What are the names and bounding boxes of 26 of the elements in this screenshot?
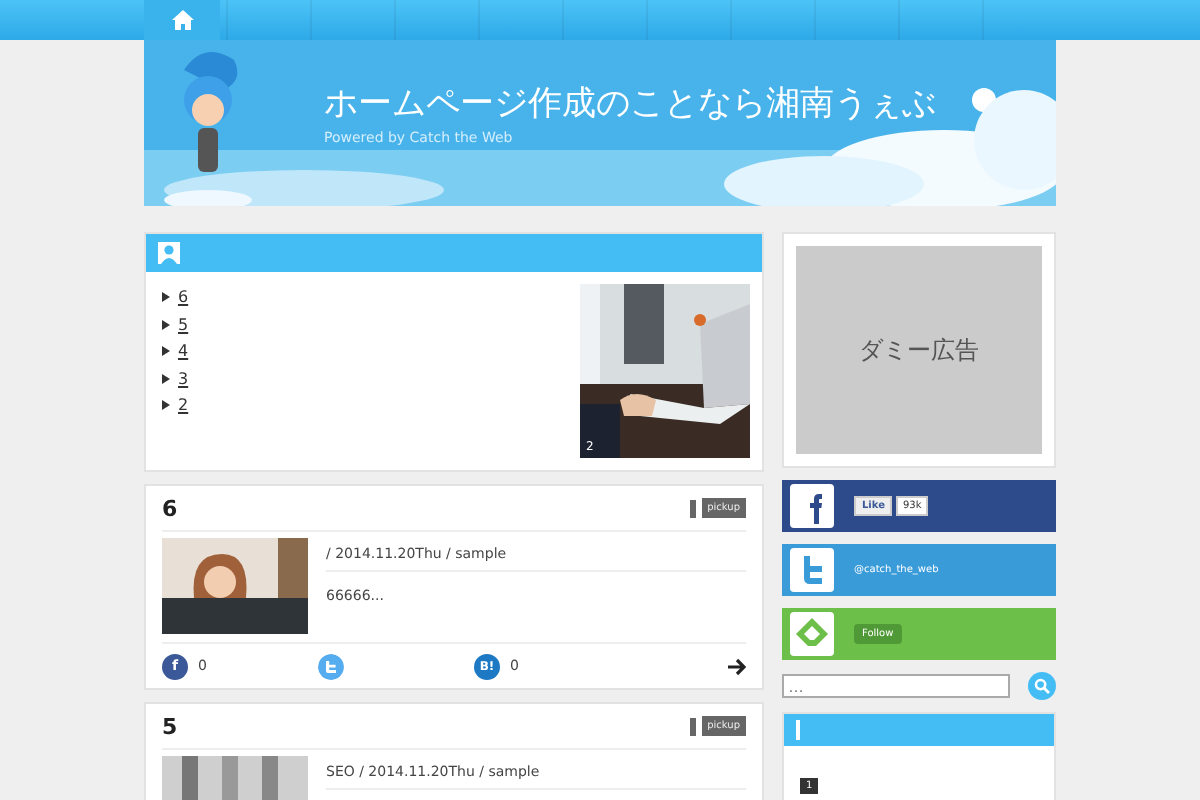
search-field[interactable]: … — [782, 674, 1010, 698]
bird-share-icon[interactable] — [318, 653, 344, 679]
arrow-right-icon[interactable] — [728, 657, 746, 675]
post-link[interactable]: 4 — [178, 342, 189, 361]
bullet-icon — [162, 319, 170, 330]
user-icon — [158, 242, 180, 264]
bullet-icon — [162, 373, 170, 384]
twitter-logo-icon — [790, 548, 834, 592]
tag-marker — [689, 499, 696, 517]
post-title[interactable]: 5 — [162, 713, 178, 739]
feedly-logo-icon — [790, 612, 834, 656]
search-button[interactable] — [1028, 672, 1056, 700]
post-link[interactable]: 6 — [178, 288, 189, 307]
bullet-icon — [162, 292, 170, 303]
home-button[interactable] — [144, 0, 220, 40]
search-icon — [1034, 678, 1050, 694]
bullet-icon — [162, 400, 170, 411]
post-link[interactable]: 2 — [178, 396, 189, 415]
post-title[interactable]: 6 — [162, 495, 178, 521]
bullet-icon — [162, 346, 170, 357]
tag-marker — [689, 717, 696, 735]
facebook-logo-icon — [790, 484, 834, 528]
post-link[interactable]: 3 — [178, 369, 189, 388]
dummy-ad[interactable]: ダミー広告 — [796, 246, 1042, 454]
home-icon — [171, 10, 193, 30]
post-link[interactable]: 5 — [178, 315, 189, 334]
